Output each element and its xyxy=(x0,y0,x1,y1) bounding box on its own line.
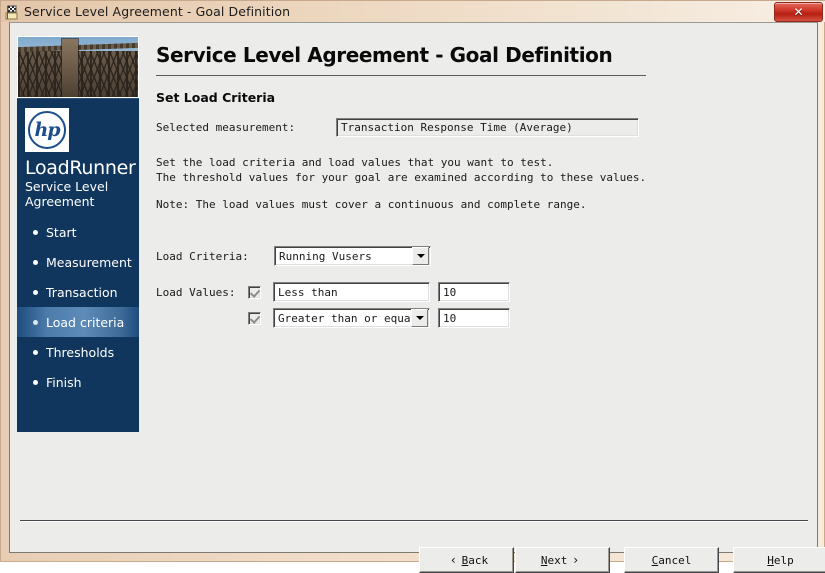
hp-logo-icon: hp xyxy=(25,108,69,152)
chevron-down-icon[interactable] xyxy=(411,309,428,327)
sidebar-item-start[interactable]: Start xyxy=(17,217,139,247)
sidebar-item-load-criteria[interactable]: Load criteria xyxy=(17,307,139,337)
description-line-2: The threshold values for your goal are e… xyxy=(156,170,647,184)
close-button[interactable]: ✕ xyxy=(774,2,823,22)
sidebar-item-label: Load criteria xyxy=(46,314,125,330)
load-criteria-row: Load Criteria: Running Vusers xyxy=(156,246,801,266)
load-criteria-value: Running Vusers xyxy=(279,249,372,263)
sidebar-item-label: Measurement xyxy=(46,254,132,270)
load-values-label: Load Values: xyxy=(156,286,236,299)
sidebar-item-transaction[interactable]: Transaction xyxy=(17,277,139,307)
back-button[interactable]: ‹ Back xyxy=(419,547,514,573)
selected-measurement-row: Selected measurement: Transaction Respon… xyxy=(156,118,801,137)
load-values-block: Load Values: Less than 10 Greater than o… xyxy=(156,282,801,334)
bullet-icon xyxy=(33,289,38,295)
dialog-window: Service Level Agreement - Goal Definitio… xyxy=(0,0,825,573)
close-icon: ✕ xyxy=(793,5,804,19)
load-value-operator-2[interactable]: Greater than or equal t xyxy=(273,308,430,328)
footer-divider xyxy=(20,520,808,521)
load-value-input-2[interactable]: 10 xyxy=(438,308,510,328)
brand-title: LoadRunner xyxy=(25,157,136,179)
load-value-checkbox-1[interactable] xyxy=(248,285,261,299)
window-title: Service Level Agreement - Goal Definitio… xyxy=(24,4,291,19)
sidebar-item-label: Start xyxy=(46,224,77,240)
chevron-down-icon[interactable] xyxy=(412,247,429,265)
sidebar-item-label: Finish xyxy=(46,374,82,390)
sidebar-item-measurement[interactable]: Measurement xyxy=(17,247,139,277)
cancel-button-label: ancel xyxy=(658,553,692,567)
cancel-button[interactable]: Cancel xyxy=(624,547,719,573)
title-bar: Service Level Agreement - Goal Definitio… xyxy=(1,1,825,22)
bullet-icon xyxy=(33,319,38,325)
load-value-operator-1[interactable]: Less than xyxy=(273,282,430,302)
selected-measurement-field: Transaction Response Time (Average) xyxy=(336,118,639,137)
selected-measurement-value: Transaction Response Time (Average) xyxy=(341,121,573,134)
title-divider xyxy=(156,75,646,76)
load-value-operator-text: Less than xyxy=(278,285,338,299)
load-value-input-text: 10 xyxy=(443,285,457,299)
bullet-icon xyxy=(33,349,38,355)
sidebar-item-thresholds[interactable]: Thresholds xyxy=(17,337,139,367)
description-text: Set the load criteria and load values th… xyxy=(156,156,801,185)
load-value-checkbox-2[interactable] xyxy=(248,311,261,325)
help-button[interactable]: Help xyxy=(733,547,825,573)
bullet-icon xyxy=(33,229,38,235)
main-content: Service Level Agreement - Goal Definitio… xyxy=(156,43,801,334)
next-button-label: ext xyxy=(547,553,568,567)
chevron-right-icon: › xyxy=(573,553,579,567)
help-button-label: elp xyxy=(773,553,794,567)
help-button-mnemonic: H xyxy=(767,553,774,567)
brand-panel: hp LoadRunner Service Level Agreement St… xyxy=(17,98,139,432)
selected-measurement-label: Selected measurement: xyxy=(156,121,296,134)
load-value-input-text: 10 xyxy=(443,311,457,325)
roller-coaster-photo xyxy=(17,36,139,98)
note-text: Note: The load values must cover a conti… xyxy=(156,198,587,211)
wizard-button-bar: ‹ Back Next › Cancel Help xyxy=(419,547,825,573)
load-value-operator-text: Greater than or equal t xyxy=(278,311,411,325)
dialog-client-area: hp LoadRunner Service Level Agreement St… xyxy=(9,22,825,573)
description-line-1: Set the load criteria and load values th… xyxy=(156,156,554,169)
back-button-label: ack xyxy=(468,553,489,567)
chevron-left-icon: ‹ xyxy=(450,553,456,567)
wizard-step-nav: Start Measurement Transaction Load crite… xyxy=(17,217,139,397)
load-criteria-dropdown[interactable]: Running Vusers xyxy=(274,246,431,266)
sidebar-item-label: Thresholds xyxy=(46,344,115,360)
wizard-flag-icon xyxy=(4,4,20,20)
next-button[interactable]: Next › xyxy=(515,547,610,573)
load-value-row: Greater than or equal t 10 xyxy=(248,308,510,328)
load-value-row: Less than 10 xyxy=(248,282,510,302)
sidebar-item-finish[interactable]: Finish xyxy=(17,367,139,397)
load-criteria-label: Load Criteria: xyxy=(156,249,249,263)
page-title: Service Level Agreement - Goal Definitio… xyxy=(156,43,613,67)
section-title: Set Load Criteria xyxy=(156,90,276,105)
sidebar-item-label: Transaction xyxy=(46,284,118,300)
brand-subtitle: Service Level Agreement xyxy=(25,179,109,209)
wizard-sidebar: hp LoadRunner Service Level Agreement St… xyxy=(17,36,139,434)
bullet-icon xyxy=(33,259,38,265)
hp-logo-text: hp xyxy=(34,118,60,141)
bullet-icon xyxy=(33,379,38,385)
load-value-input-1[interactable]: 10 xyxy=(438,282,510,302)
load-values-rows: Less than 10 Greater than or equal t xyxy=(248,282,510,334)
